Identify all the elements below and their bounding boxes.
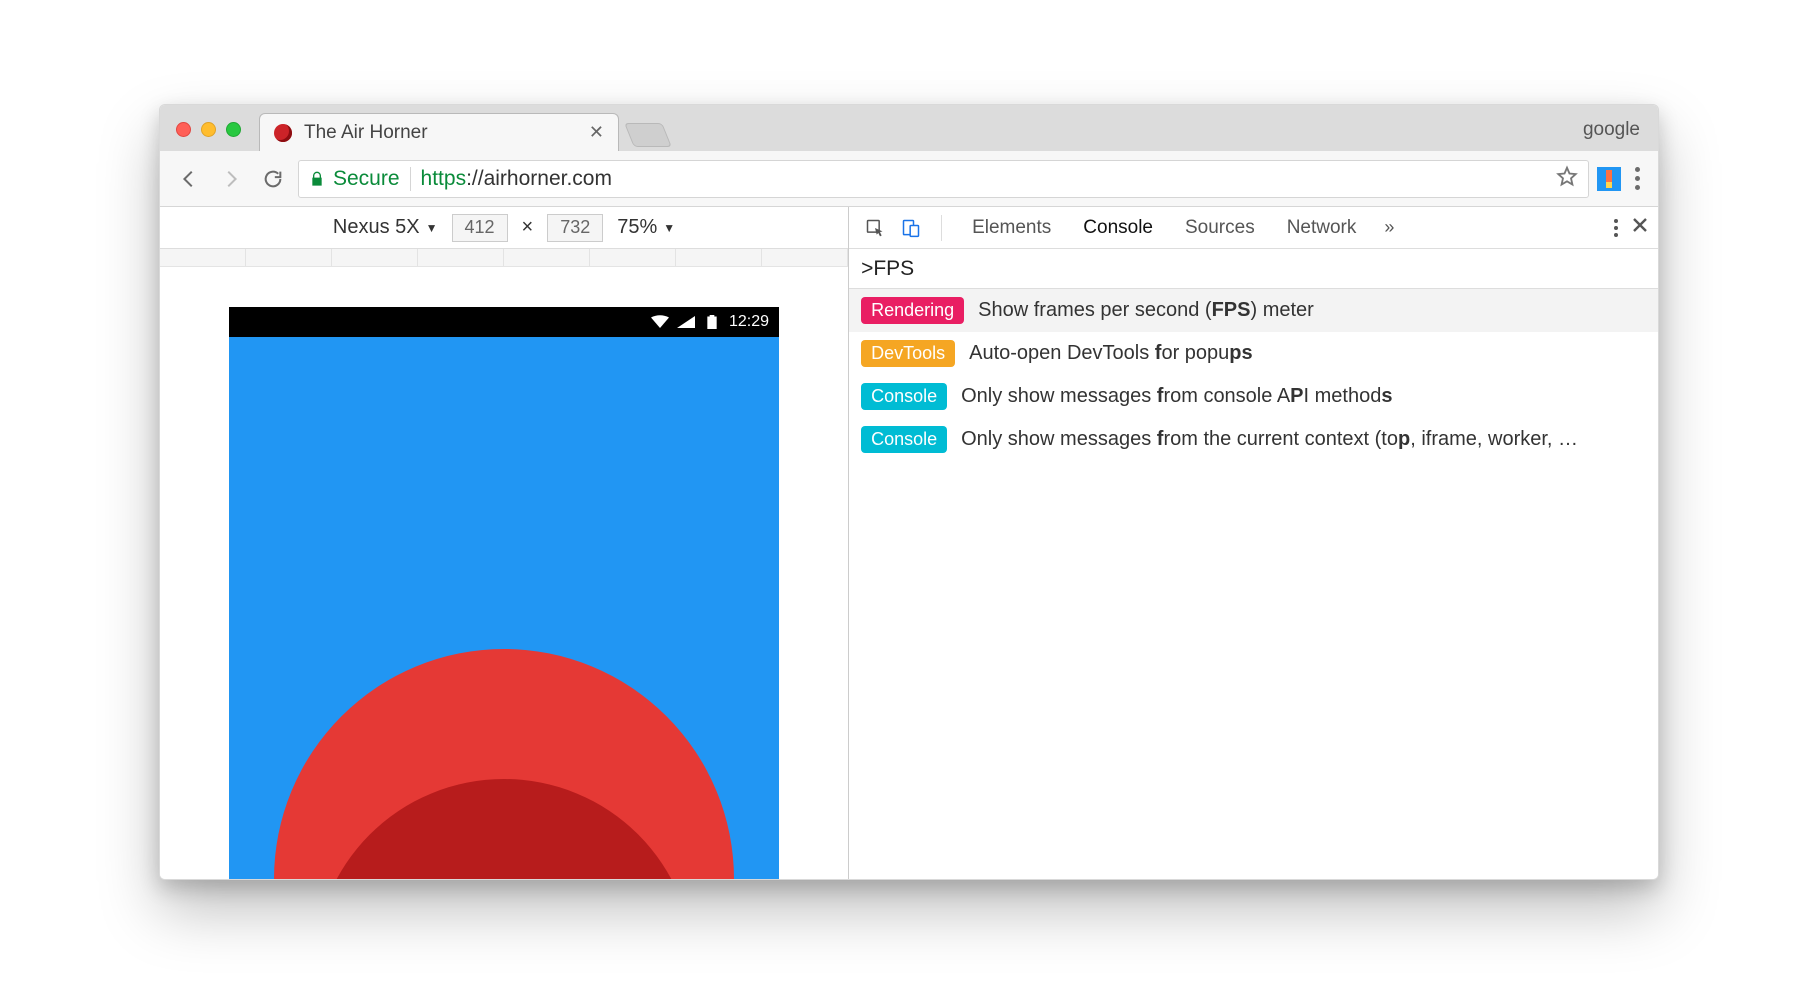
breakpoint-ruler[interactable] xyxy=(160,249,848,267)
secure-label: Secure xyxy=(333,167,400,191)
address-bar[interactable]: Secure https://airhorner.com xyxy=(298,160,1589,198)
device-name: Nexus 5X xyxy=(333,216,420,239)
window-controls xyxy=(176,122,241,137)
wifi-icon xyxy=(651,315,669,329)
command-menu-input[interactable]: >FPS xyxy=(849,249,1658,289)
status-time: 12:29 xyxy=(729,313,769,331)
bookmark-button[interactable] xyxy=(1556,165,1578,193)
browser-tab[interactable]: The Air Horner ✕ xyxy=(259,113,619,151)
devtools-tab-list: ElementsConsoleSourcesNetwork xyxy=(956,207,1372,248)
back-button[interactable] xyxy=(172,162,206,196)
toggle-device-toolbar-button[interactable] xyxy=(895,212,927,244)
browser-window: The Air Horner ✕ google Secure https://a… xyxy=(159,104,1659,880)
zoom-window-button[interactable] xyxy=(226,122,241,137)
command-result[interactable]: Rendering Show frames per second (FPS) me… xyxy=(849,289,1658,332)
secure-indicator[interactable]: Secure xyxy=(309,167,400,191)
url-text: https://airhorner.com xyxy=(421,167,612,191)
devtools-tab-elements[interactable]: Elements xyxy=(956,207,1067,248)
result-text: Show frames per second (FPS) meter xyxy=(978,299,1314,322)
device-emulator-pane: Nexus 5X ▼ 412 × 732 75% ▼ xyxy=(160,207,849,879)
tab-strip: The Air Horner ✕ google xyxy=(160,105,1658,151)
emulated-viewport[interactable]: 12:29 xyxy=(160,267,848,879)
result-text: Auto-open DevTools for popups xyxy=(969,342,1253,365)
android-status-bar: 12:29 xyxy=(229,307,779,337)
close-tab-button[interactable]: ✕ xyxy=(589,122,604,143)
page-content: 12:29 xyxy=(229,307,779,879)
url-scheme: https xyxy=(421,167,467,190)
extension-icon[interactable] xyxy=(1597,167,1621,191)
result-text: Only show messages from console API meth… xyxy=(961,385,1392,408)
result-text: Only show messages from the current cont… xyxy=(961,428,1578,451)
viewport-width-input[interactable]: 412 xyxy=(452,214,508,242)
url-rest: ://airhorner.com xyxy=(466,167,612,190)
devtools-tab-sources[interactable]: Sources xyxy=(1169,207,1271,248)
profile-label[interactable]: google xyxy=(1583,119,1648,141)
device-toolbar: Nexus 5X ▼ 412 × 732 75% ▼ xyxy=(160,207,848,249)
new-tab-button[interactable] xyxy=(624,123,672,147)
lock-icon xyxy=(309,170,325,188)
zoom-picker[interactable]: 75% ▼ xyxy=(617,216,675,239)
command-input-value: >FPS xyxy=(861,257,914,281)
favicon-icon xyxy=(274,124,292,142)
close-window-button[interactable] xyxy=(176,122,191,137)
content-area: Nexus 5X ▼ 412 × 732 75% ▼ xyxy=(160,207,1658,879)
devtools-menu-button[interactable] xyxy=(1614,219,1618,237)
devtools-pane: ElementsConsoleSourcesNetwork » >FPS Ren… xyxy=(849,207,1658,879)
divider xyxy=(410,167,411,191)
device-picker[interactable]: Nexus 5X ▼ xyxy=(333,216,438,239)
command-result[interactable]: Console Only show messages from console A… xyxy=(849,375,1658,418)
result-category-badge: Console xyxy=(861,426,947,453)
devtools-tab-network[interactable]: Network xyxy=(1271,207,1373,248)
command-result[interactable]: DevTools Auto-open DevTools for popups xyxy=(849,332,1658,375)
result-category-badge: Console xyxy=(861,383,947,410)
star-icon xyxy=(1556,165,1578,187)
dimension-x: × xyxy=(522,216,534,239)
devtools-close-button[interactable] xyxy=(1632,217,1648,239)
devtools-tabbar: ElementsConsoleSourcesNetwork » xyxy=(849,207,1658,249)
browser-toolbar: Secure https://airhorner.com xyxy=(160,151,1658,207)
minimize-window-button[interactable] xyxy=(201,122,216,137)
battery-icon xyxy=(703,315,721,329)
command-result[interactable]: Console Only show messages from the curre… xyxy=(849,418,1658,461)
viewport-height-input[interactable]: 732 xyxy=(547,214,603,242)
tab-title: The Air Horner xyxy=(304,122,577,144)
result-category-badge: Rendering xyxy=(861,297,964,324)
devtools-tab-console[interactable]: Console xyxy=(1067,207,1169,248)
command-menu-results: Rendering Show frames per second (FPS) me… xyxy=(849,289,1658,461)
zoom-value: 75% xyxy=(617,216,657,239)
forward-button[interactable] xyxy=(214,162,248,196)
chrome-menu-button[interactable] xyxy=(1629,167,1646,190)
separator xyxy=(941,215,942,241)
chevron-down-icon: ▼ xyxy=(663,221,675,235)
result-category-badge: DevTools xyxy=(861,340,955,367)
inspect-element-button[interactable] xyxy=(859,212,891,244)
reload-button[interactable] xyxy=(256,162,290,196)
signal-icon xyxy=(677,315,695,329)
chevron-down-icon: ▼ xyxy=(426,221,438,235)
overflow-tabs-button[interactable]: » xyxy=(1376,217,1402,238)
